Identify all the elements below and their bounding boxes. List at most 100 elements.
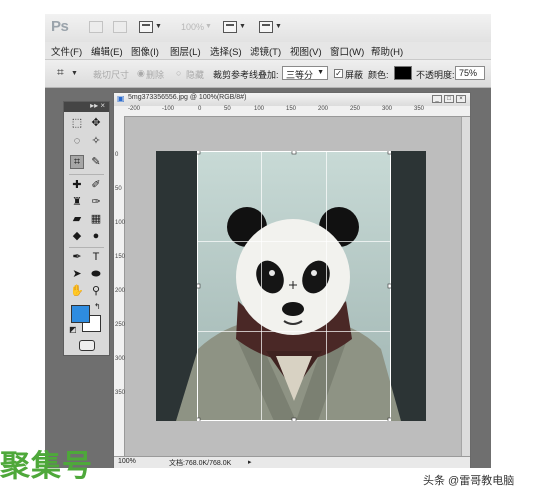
close-icon[interactable]: × — [456, 95, 466, 103]
chevron-down-icon[interactable]: ▼ — [155, 23, 162, 30]
ruler-label: -100 — [162, 106, 175, 112]
crop-size-label[interactable]: 裁切尺寸 — [93, 68, 129, 81]
healing-brush-icon[interactable]: ✚ — [70, 178, 84, 192]
minimize-icon[interactable]: _ — [432, 95, 442, 103]
pen-tool-icon[interactable]: ✒ — [70, 250, 84, 264]
color-label: 颜色: — [368, 70, 389, 80]
delete-label[interactable]: 删除 — [146, 68, 164, 81]
menu-view[interactable]: 视图(V) — [290, 44, 322, 58]
bridge-icon[interactable] — [89, 21, 103, 33]
swap-colors-icon[interactable]: ↰ — [94, 302, 101, 311]
zoom-tool-icon[interactable]: ⚲ — [89, 284, 103, 298]
ruler-label: 50 — [115, 186, 122, 192]
brush-tool-icon[interactable]: ✐ — [89, 178, 103, 192]
history-brush-icon[interactable]: ✑ — [89, 195, 103, 209]
menu-filter[interactable]: 滤镜(T) — [250, 44, 281, 58]
dodge-tool-icon[interactable]: ● — [89, 229, 103, 243]
marquee-tool-icon[interactable]: ⬚ — [70, 116, 84, 130]
arrange-documents-icon[interactable] — [223, 21, 237, 33]
ruler-label: 200 — [318, 106, 329, 112]
chevron-down-icon[interactable]: ▼ — [205, 23, 212, 30]
menu-layer[interactable]: 图层(L) — [170, 44, 201, 58]
gradient-icon[interactable]: ▦ — [89, 212, 103, 226]
status-menu-icon[interactable]: ▸ — [248, 458, 252, 466]
shield-color-swatch[interactable] — [394, 66, 412, 80]
status-bar: 100% 文档:768.0K/768.0K ▸ — [114, 456, 470, 468]
horizontal-ruler: -200 -100 0 50 100 150 200 250 300 350 — [114, 106, 470, 117]
document-icon: ▣ — [117, 94, 125, 103]
shape-tool-icon[interactable]: ⬬ — [89, 267, 103, 281]
ruler-label: 250 — [350, 106, 361, 112]
menu-window[interactable]: 窗口(W) — [330, 44, 364, 58]
ruler-label: 350 — [414, 106, 425, 112]
ruler-label: 300 — [115, 356, 126, 362]
menu-image[interactable]: 图像(I) — [131, 44, 159, 58]
crop-tool-icon[interactable]: ⌗ — [70, 155, 84, 169]
hand-tool-icon[interactable]: ✋ — [70, 284, 84, 298]
divider — [69, 174, 104, 175]
chevron-down-icon[interactable]: ▼ — [71, 70, 78, 77]
quick-mask-button[interactable] — [79, 340, 95, 351]
tools-panel-header[interactable]: ▸▸ × — [64, 101, 109, 112]
crop-tool-icon[interactable]: ⌗ — [57, 65, 64, 80]
ruler-label: -200 — [128, 106, 141, 112]
blur-tool-icon[interactable]: ◆ — [70, 229, 84, 243]
type-tool-icon[interactable]: T — [89, 250, 103, 264]
chevron-down-icon[interactable]: ▼ — [275, 23, 282, 30]
ruler-label: 0 — [115, 152, 119, 158]
vertical-scrollbar[interactable] — [461, 117, 470, 456]
menu-edit[interactable]: 编辑(E) — [91, 44, 123, 58]
menu-bar: 文件(F) 编辑(E) 图像(I) 图层(L) 选择(S) 滤镜(T) 视图(V… — [45, 42, 491, 60]
divider — [69, 247, 104, 248]
hide-label[interactable]: 隐藏 — [186, 68, 204, 81]
ruler-label: 300 — [382, 106, 393, 112]
default-colors-icon[interactable]: ◩ — [69, 325, 77, 334]
overlay-select[interactable]: 三等分 ▼ — [282, 66, 328, 80]
hide-radio-icon[interactable]: ○ — [176, 68, 181, 78]
document-title: 5mg373356556.jpg @ 100%(RGB/8#) — [128, 94, 247, 101]
collapse-icon[interactable]: ▸▸ × — [90, 101, 105, 110]
tools-panel: ▸▸ × ⬚ ✥ ◌ ✧ ⌗ ✎ ✚ ✐ ♜ ✑ ▰ ▦ ◆ ● ✒ T ➤ ⬬… — [63, 101, 110, 356]
status-zoom[interactable]: 100% — [118, 458, 136, 465]
photoshop-logo: Ps — [51, 18, 69, 35]
mini-bridge-icon[interactable] — [113, 21, 127, 33]
eyedropper-icon[interactable]: ✎ — [89, 155, 103, 169]
foreground-color-swatch[interactable] — [71, 305, 90, 323]
ruler-label: 100 — [254, 106, 265, 112]
overlay-label: 裁剪参考线叠加: — [213, 70, 279, 80]
shield-label: 屏蔽 — [345, 70, 364, 80]
maximize-icon[interactable]: □ — [444, 95, 454, 103]
zoom-level[interactable]: 100% — [181, 22, 204, 32]
ruler-label: 150 — [286, 106, 297, 112]
ruler-label: 100 — [115, 220, 126, 226]
watermark-right: 头条 @雷哥教电脑 — [423, 475, 515, 487]
menu-file[interactable]: 文件(F) — [51, 44, 82, 58]
crop-box[interactable] — [195, 149, 393, 423]
move-tool-icon[interactable]: ✥ — [89, 116, 103, 130]
chevron-down-icon[interactable]: ▼ — [239, 23, 246, 30]
screen-mode-icon[interactable] — [259, 21, 273, 33]
lasso-tool-icon[interactable]: ◌ — [70, 134, 84, 148]
magic-wand-icon[interactable]: ✧ — [89, 134, 103, 148]
menu-help[interactable]: 帮助(H) — [371, 44, 403, 58]
overlay-value: 三等分 — [286, 70, 314, 80]
eraser-icon[interactable]: ▰ — [70, 212, 84, 226]
ruler-label: 350 — [115, 390, 126, 396]
clone-stamp-icon[interactable]: ♜ — [70, 195, 84, 209]
application-bar: Ps ▼ 100% ▼ ▼ ▼ — [45, 14, 491, 42]
ruler-label: 150 — [115, 254, 126, 260]
path-select-icon[interactable]: ➤ — [70, 267, 84, 281]
shield-checkbox[interactable]: ✓ — [334, 69, 343, 78]
document-tab[interactable]: ▣ 5mg373356556.jpg @ 100%(RGB/8#) _ □ × — [114, 93, 470, 107]
vertical-ruler: 0 50 100 150 200 250 300 350 — [114, 116, 125, 456]
status-document-size: 文档:768.0K/768.0K — [169, 460, 232, 467]
delete-radio-icon[interactable]: ◉ — [137, 68, 145, 79]
opacity-label: 不透明度: — [416, 70, 455, 80]
chevron-down-icon: ▼ — [317, 69, 324, 76]
ruler-label: 50 — [224, 106, 231, 112]
menu-select[interactable]: 选择(S) — [210, 44, 242, 58]
extras-icon[interactable] — [139, 21, 153, 33]
opacity-input[interactable]: 75% — [455, 66, 485, 80]
watermark-left: 聚集号 — [0, 449, 93, 484]
ruler-label: 250 — [115, 322, 126, 328]
